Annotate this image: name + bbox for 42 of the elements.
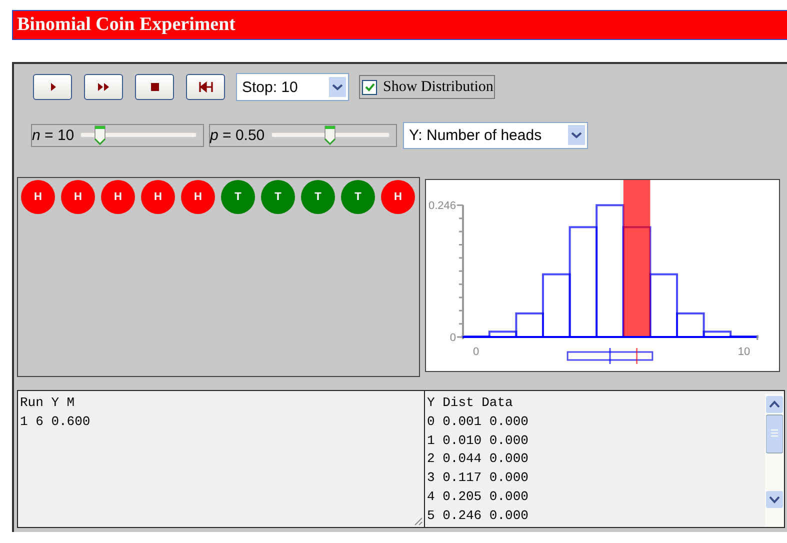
x-tick-label: 0 (472, 346, 480, 358)
show-distribution-checkbox[interactable]: Show Distribution (359, 75, 496, 99)
text-line: 0 0.001 0.000 (427, 412, 530, 431)
text-line: 1 0.010 0.000 (427, 432, 530, 450)
text-line: 5 0.246 0.000 (427, 506, 530, 525)
check-icon (364, 82, 375, 92)
y-tick-label: 0 (450, 332, 456, 344)
coin: T (341, 180, 375, 214)
reset-icon (198, 81, 214, 93)
text-line: Y Dist Data (427, 394, 514, 412)
text-line: 1 6 0.600 (20, 412, 92, 431)
checkbox[interactable] (362, 80, 377, 94)
text-line: 2 0.044 0.000 (427, 450, 530, 468)
record-text-area[interactable]: Run Y M 1 6 0.600 (17, 390, 425, 528)
stop-icon (150, 82, 160, 92)
y-tick-label: 0.246 (428, 200, 456, 212)
window-title: Binomial Coin Experiment (17, 14, 236, 36)
stop-select[interactable]: Stop: 10 (236, 73, 349, 101)
dropdown-icon (568, 125, 585, 145)
text-line: 4 0.205 0.000 (427, 488, 530, 506)
coin: T (261, 180, 295, 214)
x-tick-label: 10 (738, 346, 750, 358)
coin: H (101, 180, 135, 214)
coin: H (381, 180, 415, 214)
coin: H (61, 180, 95, 214)
coin: H (21, 180, 55, 214)
fast-forward-icon (96, 81, 110, 93)
reset-button[interactable] (186, 74, 225, 100)
scrollbar[interactable] (765, 394, 784, 527)
dropdown-icon (329, 77, 346, 97)
stop-button[interactable] (135, 74, 174, 100)
resize-grip-icon (414, 517, 423, 526)
coin: H (141, 180, 175, 214)
coin: T (301, 180, 335, 214)
step-button[interactable] (33, 74, 72, 100)
text-line: 3 0.117 0.000 (427, 469, 530, 488)
text-line: Run Y M (20, 394, 76, 412)
coin: T (221, 180, 255, 214)
distribution-text-area[interactable]: Y Dist Data 0 0.001 0.000 1 0.010 0.000 2 0.044 0.000 3 0.117 0.000 4 0.205 0.000 5 0.246 0.000 (425, 390, 785, 528)
run-button[interactable] (84, 74, 123, 100)
variable-select[interactable]: Y: Number of heads (403, 122, 588, 148)
coin: H (181, 180, 215, 214)
